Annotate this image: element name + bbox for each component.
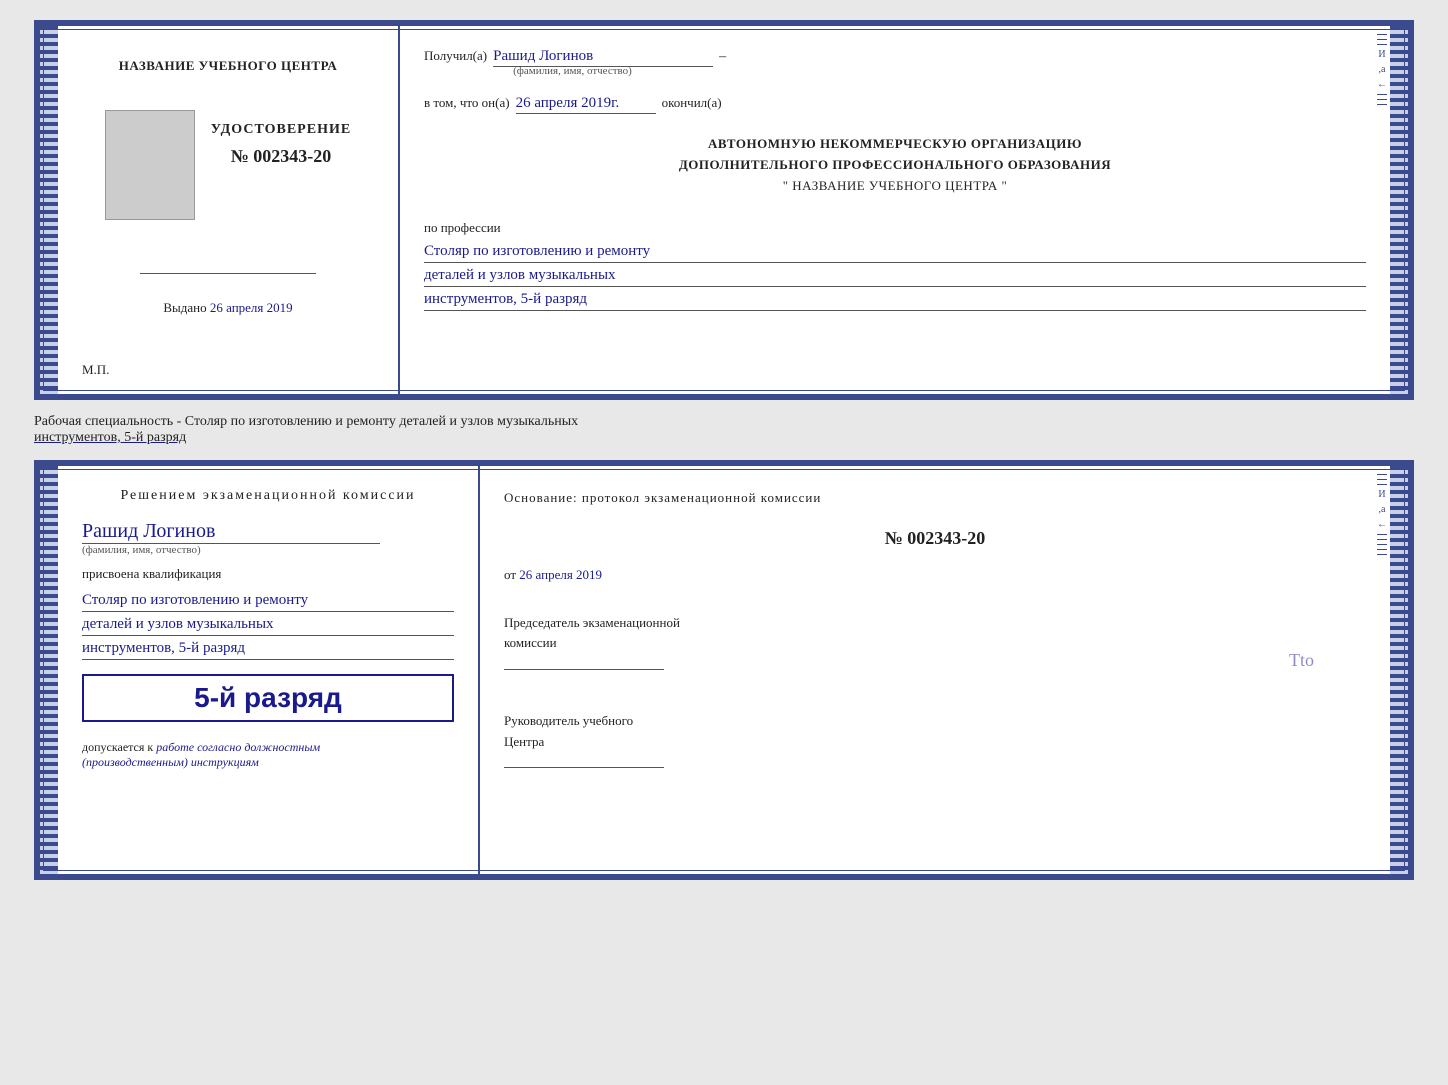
- admission-prefix: допускается к: [82, 740, 153, 754]
- top-cert-right-panel: Получил(а) Рашид Логинов – (фамилия, имя…: [400, 26, 1374, 394]
- document-container: НАЗВАНИЕ УЧЕБНОГО ЦЕНТРА УДОСТОВЕРЕНИЕ №…: [34, 20, 1414, 880]
- right-decorative-strip-blue: [1390, 26, 1408, 394]
- admission-line: допускается к работе согласно должностны…: [82, 740, 454, 770]
- left-decorative-strip: [40, 26, 58, 394]
- org-line3: " НАЗВАНИЕ УЧЕБНОГО ЦЕНТРА ": [424, 176, 1366, 197]
- finished-label: окончил(а): [662, 95, 722, 111]
- top-cert-left-panel: НАЗВАНИЕ УЧЕБНОГО ЦЕНТРА УДОСТОВЕРЕНИЕ №…: [58, 26, 398, 394]
- profession-line2: деталей и узлов музыкальных: [424, 267, 1366, 287]
- cert-number: № 002343-20: [231, 146, 332, 167]
- head-line2: Центра: [504, 732, 1366, 753]
- photo-placeholder: [105, 110, 195, 220]
- profession-lines: Столяр по изготовлению и ремонту деталей…: [424, 243, 1366, 311]
- profession-line1: Столяр по изготовлению и ремонту: [424, 243, 1366, 263]
- org-line1: АВТОНОМНУЮ НЕКОММЕРЧЕСКУЮ ОРГАНИЗАЦИЮ: [424, 134, 1366, 155]
- deco-dash-5: [1377, 99, 1387, 100]
- deco-dash-2: [1377, 39, 1387, 40]
- bottom-right-strip: [1390, 466, 1408, 874]
- deco-b-dash-5: [1377, 539, 1387, 540]
- right-decorative-strip-top: И ,а ←: [1374, 26, 1390, 394]
- chairman-line2: комиссии: [504, 633, 1366, 654]
- deco-b-dash-8: [1377, 554, 1387, 555]
- bottom-cert-right-panel: Основание: протокол экзаменационной коми…: [480, 466, 1374, 874]
- person-name-bottom: Рашид Логинов: [82, 520, 380, 544]
- received-row: Получил(а) Рашид Логинов – (фамилия, имя…: [424, 48, 1366, 77]
- chairman-line1: Председатель экзаменационной: [504, 613, 1366, 634]
- issued-line: Выдано 26 апреля 2019: [163, 300, 292, 316]
- qual-line2: деталей и узлов музыкальных: [82, 616, 454, 636]
- name-sublabel-bottom: (фамилия, имя, отчество): [82, 544, 454, 556]
- date-line: от 26 апреля 2019: [504, 567, 1366, 583]
- protocol-number: № 002343-20: [504, 528, 1366, 549]
- deco-b-char-a: ,а: [1379, 504, 1386, 515]
- deco-char-arrow: ←: [1377, 79, 1387, 90]
- in-that-row: в том, что он(а) 26 апреля 2019г. окончи…: [424, 95, 1366, 114]
- bottom-left-strip: [40, 466, 58, 874]
- admission-value: работе согласно должностным: [156, 740, 320, 754]
- basis-label: Основание: протокол экзаменационной коми…: [504, 488, 1366, 508]
- assigned-label: присвоена квалификация: [82, 566, 454, 582]
- top-certificate: НАЗВАНИЕ УЧЕБНОГО ЦЕНТРА УДОСТОВЕРЕНИЕ №…: [34, 20, 1414, 400]
- rank-label: 5-й разряд: [94, 682, 442, 714]
- date-prefix: от: [504, 567, 516, 582]
- bottom-certificate: Решением экзаменационной комиссии Рашид …: [34, 460, 1414, 880]
- qualification-lines: Столяр по изготовлению и ремонту деталей…: [82, 592, 454, 660]
- udostoverenie-label: УДОСТОВЕРЕНИЕ: [211, 122, 351, 138]
- head-block: Руководитель учебного Центра: [504, 711, 1366, 775]
- name-sublabel-top: (фамилия, имя, отчество): [513, 65, 1366, 77]
- deco-b-dash-2: [1377, 479, 1387, 480]
- dash-top: –: [719, 49, 726, 65]
- right-decorative-strip-bottom: И ,а ←: [1374, 466, 1390, 874]
- in-that-label: в том, что он(а): [424, 95, 510, 111]
- issued-date: 26 апреля 2019: [210, 300, 293, 315]
- head-signature-line: [504, 752, 664, 768]
- training-center-title: НАЗВАНИЕ УЧЕБНОГО ЦЕНТРА: [119, 58, 338, 74]
- deco-b-char-i: И: [1378, 489, 1385, 500]
- deco-b-dash-3: [1377, 484, 1387, 485]
- specialty-text-suffix: инструментов, 5-й разряд: [34, 430, 186, 445]
- specialty-text-prefix: Рабочая специальность - Столяр по изгото…: [34, 414, 578, 429]
- org-line2: ДОПОЛНИТЕЛЬНОГО ПРОФЕССИОНАЛЬНОГО ОБРАЗО…: [424, 155, 1366, 176]
- deco-b-dash-4: [1377, 534, 1387, 535]
- decision-label: Решением экзаменационной комиссии: [82, 488, 454, 504]
- deco-b-char-arrow: ←: [1377, 519, 1387, 530]
- specialty-label: Рабочая специальность - Столяр по изгото…: [34, 410, 1414, 450]
- received-label: Получил(а): [424, 48, 487, 64]
- head-line1: Руководитель учебного: [504, 711, 1366, 732]
- chairman-block: Председатель экзаменационной комиссии: [504, 613, 1366, 677]
- mp-label: М.П.: [82, 362, 109, 378]
- deco-char-i: И: [1378, 49, 1385, 60]
- deco-dash-1: [1377, 34, 1387, 35]
- completion-date: 26 апреля 2019г.: [516, 95, 656, 114]
- deco-b-dash-7: [1377, 549, 1387, 550]
- bottom-cert-left-panel: Решением экзаменационной комиссии Рашид …: [58, 466, 478, 874]
- deco-dash-6: [1377, 104, 1387, 105]
- admission-suffix: (производственным) инструкциям: [82, 755, 259, 769]
- deco-b-dash-6: [1377, 544, 1387, 545]
- profession-line3: инструментов, 5-й разряд: [424, 291, 1366, 311]
- rank-highlight-box: 5-й разряд: [82, 674, 454, 722]
- qual-line1: Столяр по изготовлению и ремонту: [82, 592, 454, 612]
- deco-dash-4: [1377, 94, 1387, 95]
- tto-mark: Tto: [1289, 650, 1314, 671]
- profession-label: по профессии: [424, 218, 1366, 239]
- qual-line3: инструментов, 5-й разряд: [82, 640, 454, 660]
- date-value: 26 апреля 2019: [519, 567, 602, 582]
- deco-dash-3: [1377, 44, 1387, 45]
- deco-b-dash-1: [1377, 474, 1387, 475]
- chairman-signature-line: [504, 654, 664, 670]
- deco-char-a: ,а: [1379, 64, 1386, 75]
- issued-label: Выдано: [163, 300, 206, 315]
